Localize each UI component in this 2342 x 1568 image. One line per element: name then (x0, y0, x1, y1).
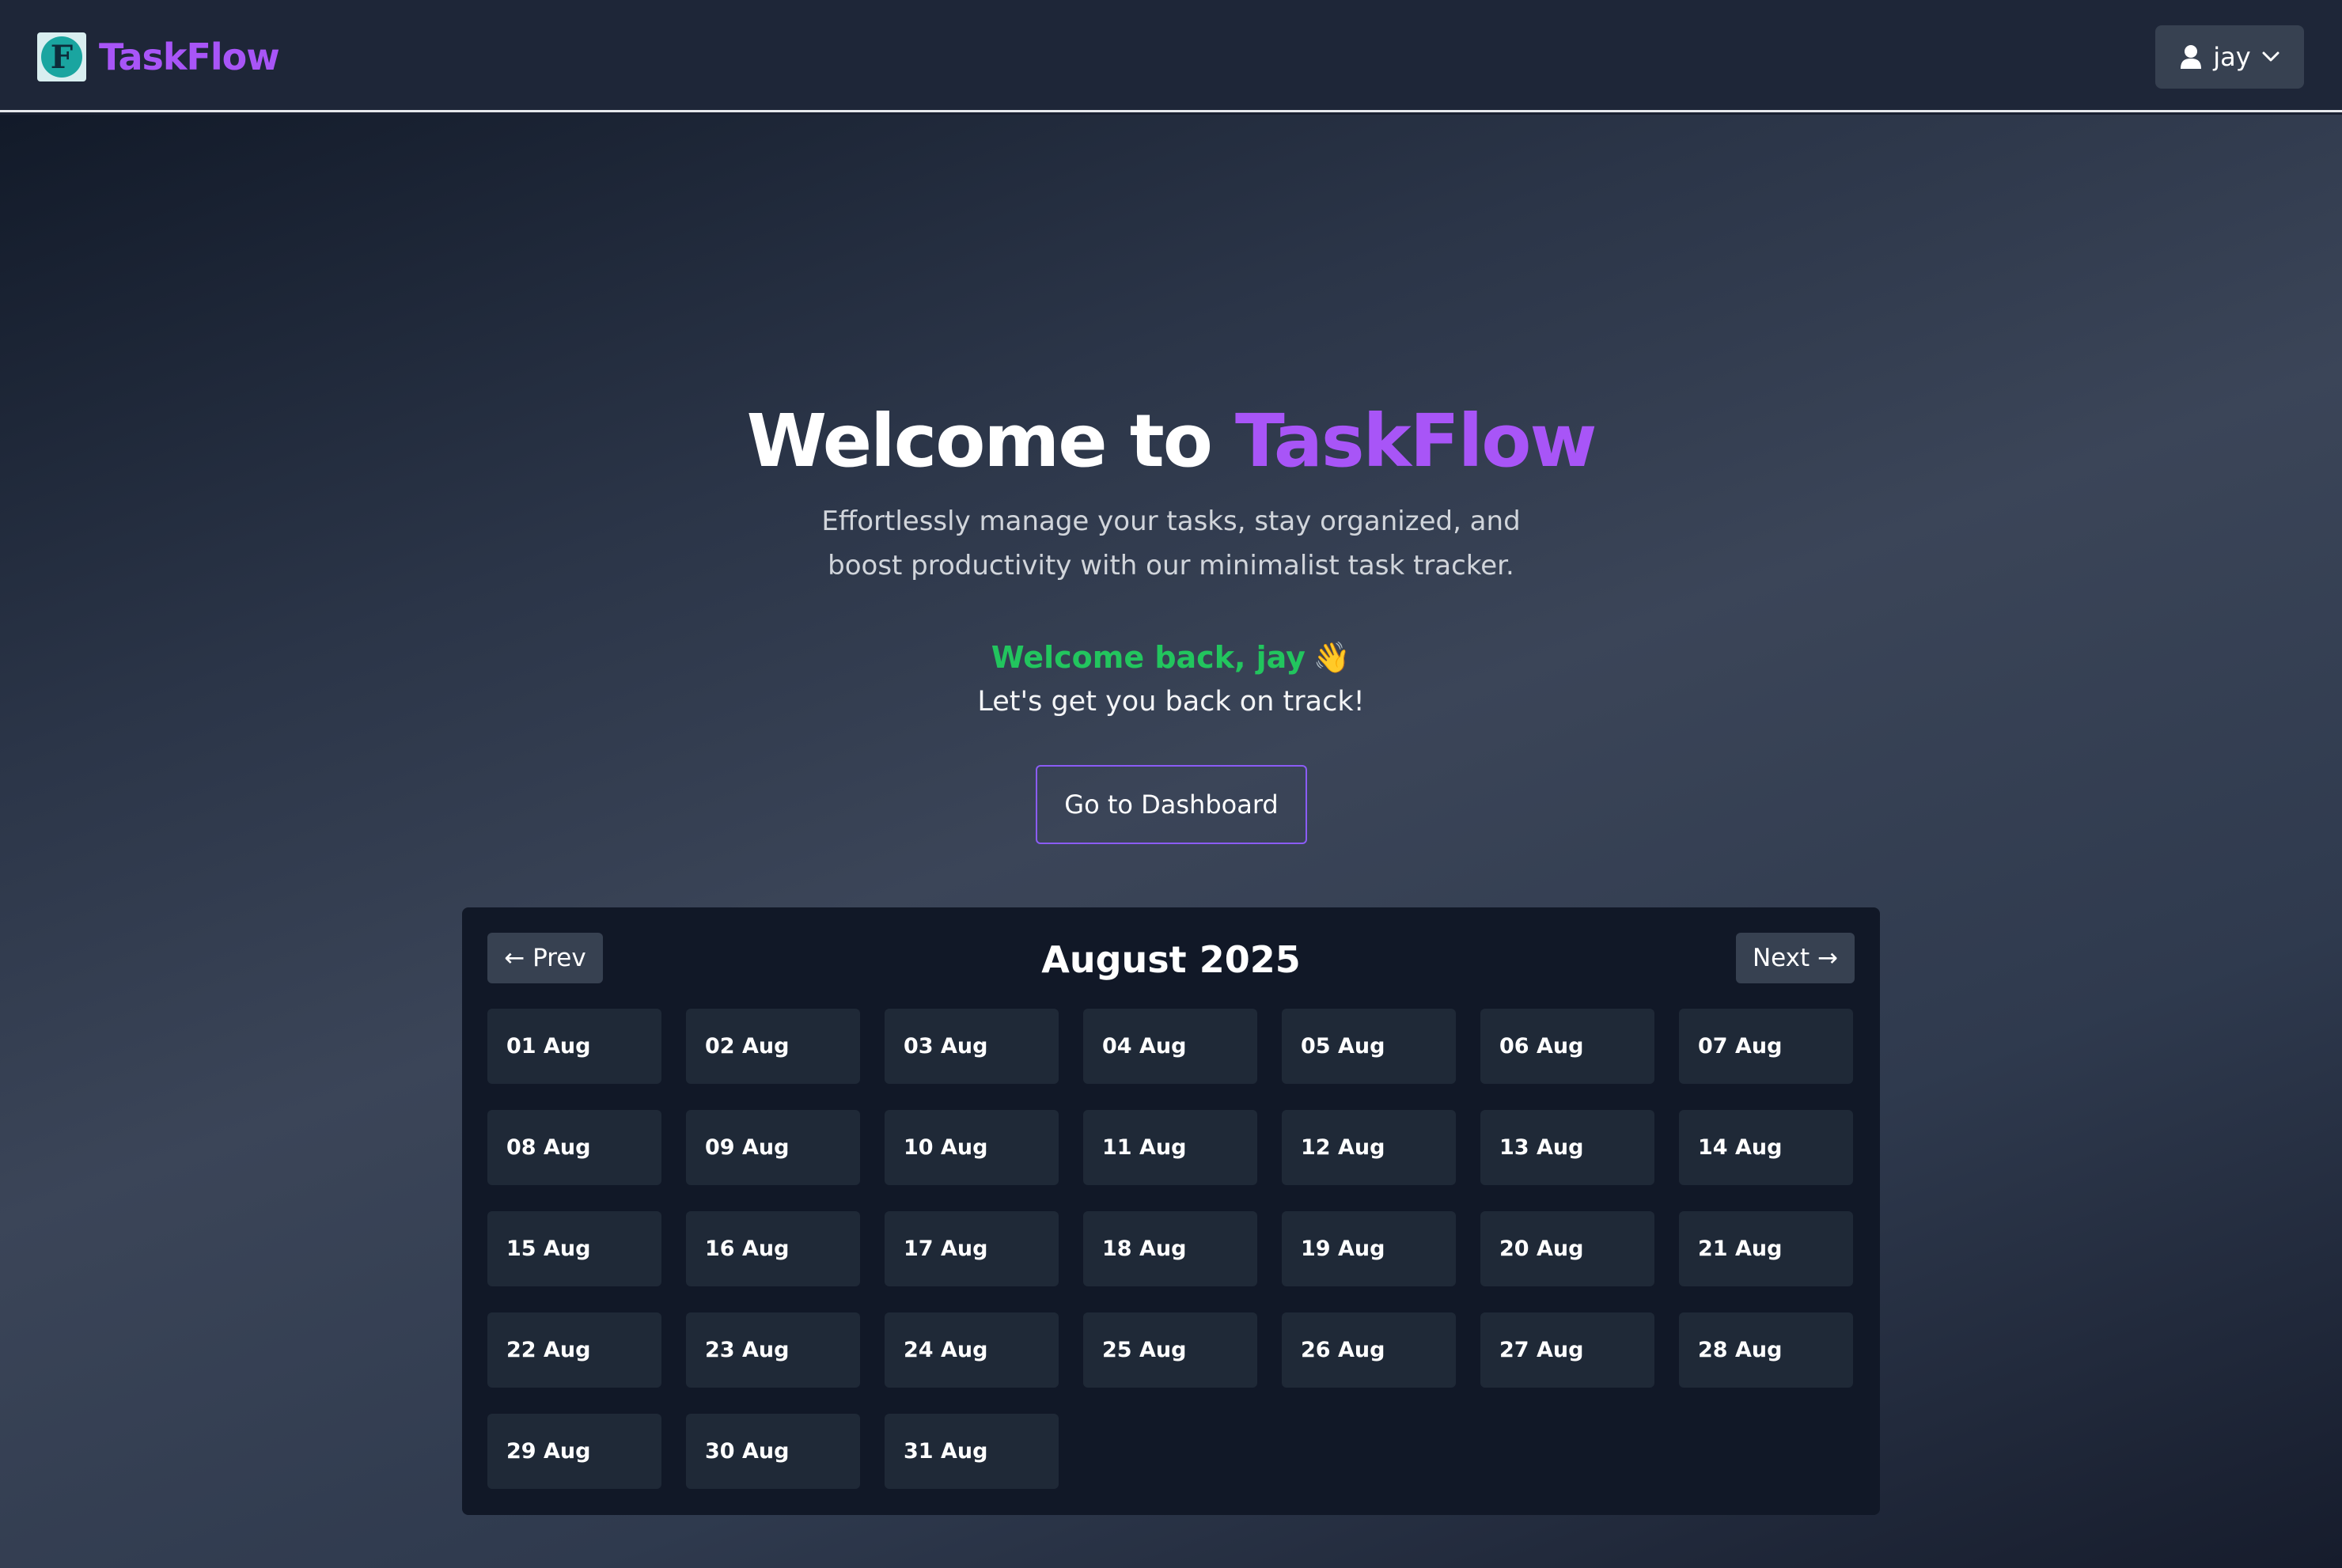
day-cell[interactable]: 24 Aug (885, 1312, 1059, 1388)
month-title: August 2025 (1041, 938, 1301, 981)
day-cell[interactable]: 13 Aug (1480, 1110, 1654, 1185)
day-cell[interactable]: 21 Aug (1679, 1211, 1853, 1286)
day-cell[interactable]: 31 Aug (885, 1414, 1059, 1489)
user-menu-button[interactable]: jay (2155, 25, 2304, 89)
logo-letter: F (41, 36, 82, 78)
navbar: F TaskFlow jay (0, 0, 2342, 112)
title-prefix: Welcome to (746, 399, 1213, 483)
day-cell[interactable]: 08 Aug (487, 1110, 661, 1185)
welcome-back-text: Welcome back, jay (991, 640, 1306, 675)
day-cell[interactable]: 16 Aug (686, 1211, 860, 1286)
logo-icon: F (37, 32, 86, 81)
day-grid: 01 Aug 02 Aug 03 Aug 04 Aug 05 Aug 06 Aug 07 A… (487, 1009, 1855, 1489)
day-cell[interactable]: 15 Aug (487, 1211, 661, 1286)
brand[interactable]: F TaskFlow (37, 32, 280, 82)
wave-icon: 👋 (1313, 640, 1351, 675)
user-name: jay (2213, 42, 2251, 72)
hero-section: Welcome to TaskFlow Effortlessly manage … (0, 115, 2342, 1568)
day-cell[interactable]: 23 Aug (686, 1312, 860, 1388)
day-cell[interactable]: 22 Aug (487, 1312, 661, 1388)
day-cell[interactable]: 19 Aug (1282, 1211, 1456, 1286)
day-cell[interactable]: 28 Aug (1679, 1312, 1853, 1388)
day-cell[interactable]: 11 Aug (1083, 1110, 1257, 1185)
brand-name: TaskFlow (99, 36, 280, 78)
day-cell[interactable]: 25 Aug (1083, 1312, 1257, 1388)
tagline: Let's get you back on track! (977, 686, 1365, 718)
day-cell[interactable]: 07 Aug (1679, 1009, 1853, 1084)
day-cell[interactable]: 05 Aug (1282, 1009, 1456, 1084)
page-title: Welcome to TaskFlow (0, 398, 2342, 485)
day-cell[interactable]: 03 Aug (885, 1009, 1059, 1084)
day-cell[interactable]: 06 Aug (1480, 1009, 1654, 1084)
day-cell[interactable]: 12 Aug (1282, 1110, 1456, 1185)
day-cell[interactable]: 02 Aug (686, 1009, 860, 1084)
day-cell[interactable]: 18 Aug (1083, 1211, 1257, 1286)
day-cell[interactable]: 30 Aug (686, 1414, 860, 1489)
chevron-down-icon (2262, 51, 2279, 62)
day-cell[interactable]: 10 Aug (885, 1110, 1059, 1185)
day-cell[interactable]: 14 Aug (1679, 1110, 1853, 1185)
day-cell[interactable]: 01 Aug (487, 1009, 661, 1084)
day-cell[interactable]: 26 Aug (1282, 1312, 1456, 1388)
go-to-dashboard-button[interactable]: Go to Dashboard (1036, 765, 1307, 844)
title-accent: TaskFlow (1234, 399, 1597, 483)
user-icon (2181, 45, 2202, 69)
calendar-panel: ← Prev August 2025 Next → 01 Aug 02 Aug 03… (462, 907, 1880, 1515)
day-cell[interactable]: 17 Aug (885, 1211, 1059, 1286)
next-month-button[interactable]: Next → (1736, 933, 1855, 983)
day-cell[interactable]: 20 Aug (1480, 1211, 1654, 1286)
day-cell[interactable]: 29 Aug (487, 1414, 661, 1489)
subtitle: Effortlessly manage your tasks, stay org… (821, 506, 1521, 581)
day-cell[interactable]: 04 Aug (1083, 1009, 1257, 1084)
day-cell[interactable]: 27 Aug (1480, 1312, 1654, 1388)
day-cell[interactable]: 09 Aug (686, 1110, 860, 1185)
welcome-back-message: Welcome back, jay 👋 (0, 640, 2342, 676)
